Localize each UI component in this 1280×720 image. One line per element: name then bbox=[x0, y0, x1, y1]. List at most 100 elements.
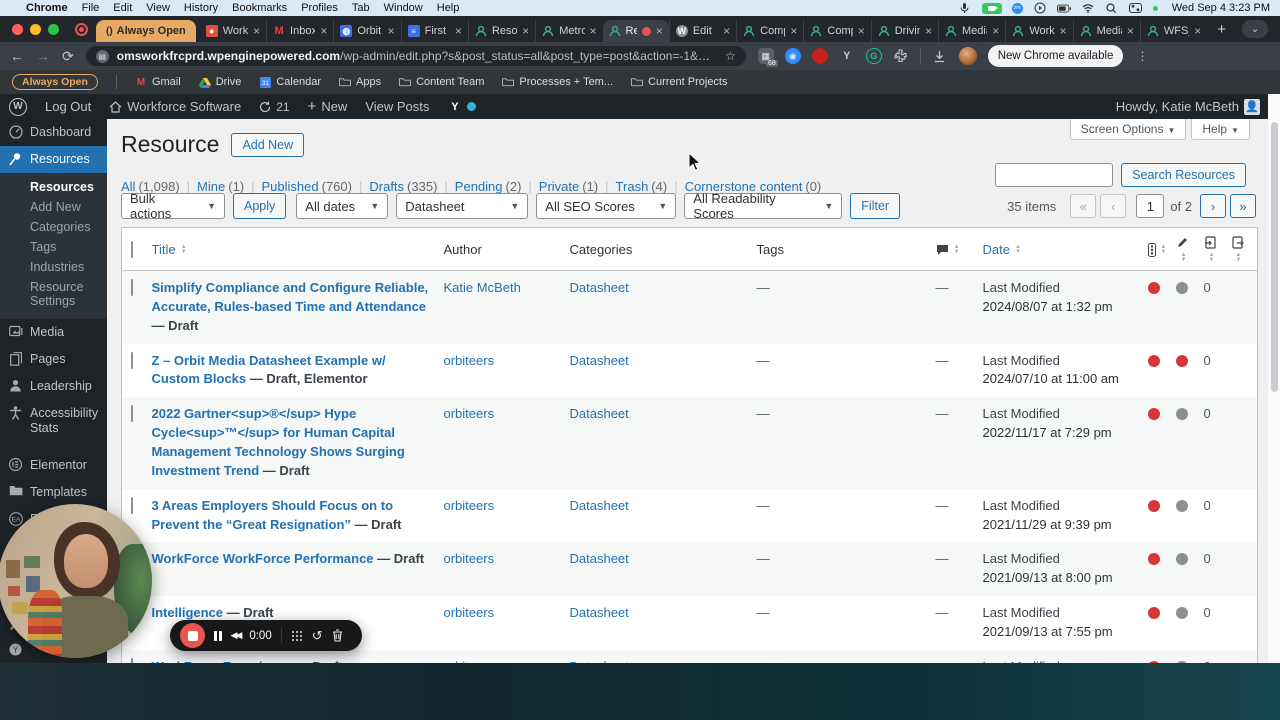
browser-tab[interactable]: Resou × bbox=[467, 20, 535, 42]
browser-tab[interactable]: ● Work × bbox=[200, 20, 266, 42]
wordpress-logo-icon[interactable]: W bbox=[9, 97, 27, 116]
browser-tab[interactable]: Media × bbox=[1072, 20, 1140, 42]
tab-close-icon[interactable]: × bbox=[723, 24, 730, 38]
sidebar-subitem-tags[interactable]: Tags bbox=[0, 237, 107, 257]
tab-close-icon[interactable]: × bbox=[522, 24, 529, 38]
tab-close-icon[interactable]: × bbox=[1194, 24, 1201, 38]
microphone-icon[interactable] bbox=[958, 2, 972, 14]
window-controls[interactable] bbox=[12, 23, 59, 35]
category-link[interactable]: Datasheet bbox=[570, 605, 629, 620]
sidebar-subitem-resources[interactable]: Resources bbox=[0, 177, 107, 197]
wifi-icon[interactable] bbox=[1081, 3, 1095, 14]
bookmark-drive[interactable]: Drive bbox=[198, 76, 241, 88]
post-title-link[interactable]: Simplify Compliance and Configure Reliab… bbox=[152, 280, 429, 314]
new-tab-button[interactable]: + bbox=[1207, 21, 1236, 38]
apply-button[interactable]: Apply bbox=[233, 193, 287, 219]
tab-close-icon[interactable]: × bbox=[590, 24, 597, 38]
browser-tab[interactable]: Comp × bbox=[736, 20, 803, 42]
active-app-name[interactable]: Chrome bbox=[26, 2, 68, 14]
seo-filter-select[interactable]: All SEO Scores ▼ bbox=[536, 193, 677, 219]
bulk-actions-select[interactable]: Bulk actions ▼ bbox=[121, 191, 225, 221]
yoast-adminbar-item[interactable]: Y bbox=[438, 94, 485, 119]
author-link[interactable]: orbiteers bbox=[444, 353, 495, 368]
tab-close-icon[interactable]: × bbox=[790, 24, 797, 38]
stop-recording-button[interactable] bbox=[180, 623, 205, 648]
browser-tab[interactable]: ◍ Orbit × bbox=[333, 20, 400, 42]
column-header-comments[interactable]: ▲ ▼ bbox=[935, 227, 983, 272]
bookmark-processes-tem-[interactable]: Processes + Tem... bbox=[502, 76, 613, 88]
fullscreen-window-button[interactable] bbox=[48, 23, 59, 35]
sidebar-subitem-industries[interactable]: Industries bbox=[0, 257, 107, 277]
browser-tab[interactable]: Drivin × bbox=[870, 20, 938, 42]
menubar-item-tab[interactable]: Tab bbox=[352, 2, 370, 14]
tab-close-icon[interactable]: × bbox=[1127, 24, 1134, 38]
forward-button[interactable]: → bbox=[36, 48, 50, 64]
updates-link[interactable]: 21 bbox=[250, 94, 298, 119]
browser-tab[interactable]: Work × bbox=[1005, 20, 1072, 42]
account-menu[interactable]: Howdy, Katie McBeth 👤 bbox=[1107, 94, 1268, 119]
minimize-window-button[interactable] bbox=[30, 23, 41, 35]
play-circle-icon[interactable] bbox=[1033, 2, 1047, 14]
browser-tab[interactable]: M Inbox × bbox=[266, 20, 333, 42]
delete-recording-button[interactable] bbox=[332, 629, 343, 642]
site-name-link[interactable]: Workforce Software bbox=[100, 94, 250, 119]
category-link[interactable]: Datasheet bbox=[570, 280, 629, 295]
author-link[interactable]: Katie McBeth bbox=[444, 280, 521, 295]
browser-tab[interactable]: Re × bbox=[602, 20, 669, 42]
view-filter-drafts[interactable]: Drafts bbox=[369, 179, 404, 194]
address-bar[interactable]: ▤ omsworkfrcprd.wpenginepowered.com/wp-a… bbox=[85, 46, 746, 66]
browser-tab[interactable]: Media × bbox=[938, 20, 1005, 42]
browser-tab[interactable]: W Edit × bbox=[668, 20, 736, 42]
pause-recording-button[interactable] bbox=[214, 630, 222, 641]
site-info-icon[interactable]: ▤ bbox=[95, 49, 109, 63]
category-link[interactable]: Datasheet bbox=[570, 353, 629, 368]
browser-tab[interactable]: ≡ First × bbox=[400, 20, 468, 42]
menubar-clock[interactable]: Wed Sep 4 3:23 PM bbox=[1172, 2, 1270, 14]
extensions-puzzle-icon[interactable] bbox=[893, 48, 909, 64]
view-filter-mine[interactable]: Mine bbox=[197, 179, 225, 194]
sidebar-subitem-add-new[interactable]: Add New bbox=[0, 197, 107, 217]
profile-avatar[interactable] bbox=[958, 47, 977, 65]
category-link[interactable]: Datasheet bbox=[570, 551, 629, 566]
tab-close-icon[interactable]: × bbox=[388, 24, 395, 38]
bookmark-gmail[interactable]: M Gmail bbox=[135, 76, 181, 88]
sidebar-item-media[interactable]: Media bbox=[0, 319, 107, 346]
spotlight-search-icon[interactable] bbox=[1105, 2, 1119, 14]
chrome-update-button[interactable]: New Chrome available bbox=[987, 45, 1124, 67]
author-link[interactable]: orbiteers bbox=[444, 605, 495, 620]
search-resources-button[interactable]: Search Resources bbox=[1121, 163, 1246, 187]
post-title-link[interactable]: WorkForce WorkForce Performance bbox=[152, 551, 374, 566]
dates-filter-select[interactable]: All dates ▼ bbox=[296, 193, 389, 219]
control-center-icon[interactable] bbox=[1129, 3, 1143, 14]
tab-close-icon[interactable]: × bbox=[656, 24, 663, 38]
bookmark-apps[interactable]: Apps bbox=[339, 76, 381, 88]
grammarly-extension-icon[interactable]: G bbox=[865, 48, 882, 64]
column-header-outgoing-links[interactable]: ▲ ▼ bbox=[1230, 227, 1258, 272]
filter-button[interactable]: Filter bbox=[850, 193, 901, 219]
view-filter-pending[interactable]: Pending bbox=[455, 179, 503, 194]
recording-indicator-icon[interactable] bbox=[75, 22, 88, 36]
view-filter-trash[interactable]: Trash bbox=[616, 179, 649, 194]
tab-counter-extension-icon[interactable]: ▦ 68 bbox=[757, 48, 778, 67]
post-title-link[interactable]: Intelligence bbox=[152, 605, 224, 620]
view-posts-link[interactable]: View Posts bbox=[356, 94, 438, 119]
current-page[interactable]: 1 bbox=[1136, 194, 1165, 218]
bookmark-current-projects[interactable]: Current Projects bbox=[631, 76, 728, 88]
column-header-date[interactable]: Date ▲ ▼ bbox=[982, 227, 1148, 272]
logout-link[interactable]: Log Out bbox=[36, 94, 100, 119]
readability-filter-select[interactable]: All Readability Scores ▼ bbox=[684, 191, 843, 221]
drag-handle-icon[interactable] bbox=[291, 630, 303, 642]
sidebar-item-leadership[interactable]: Leadership bbox=[0, 373, 107, 400]
author-link[interactable]: orbiteers bbox=[444, 498, 495, 513]
sidebar-item-elementor[interactable]: Elementor bbox=[0, 452, 107, 479]
sidebar-subitem-resource-settings[interactable]: Resource Settings bbox=[0, 277, 107, 311]
webcam-bubble[interactable] bbox=[0, 504, 152, 658]
last-page-button[interactable]: » bbox=[1230, 194, 1256, 218]
scrollbar-thumb[interactable] bbox=[1270, 122, 1278, 392]
tab-search-button[interactable]: ⌄ bbox=[1242, 20, 1268, 38]
row-checkbox[interactable] bbox=[131, 351, 133, 369]
next-page-button[interactable]: › bbox=[1200, 194, 1226, 218]
bookmark-calendar[interactable]: 31 Calendar bbox=[259, 76, 321, 88]
sidebar-subitem-categories[interactable]: Categories bbox=[0, 217, 107, 237]
tab-close-icon[interactable]: × bbox=[253, 24, 260, 38]
